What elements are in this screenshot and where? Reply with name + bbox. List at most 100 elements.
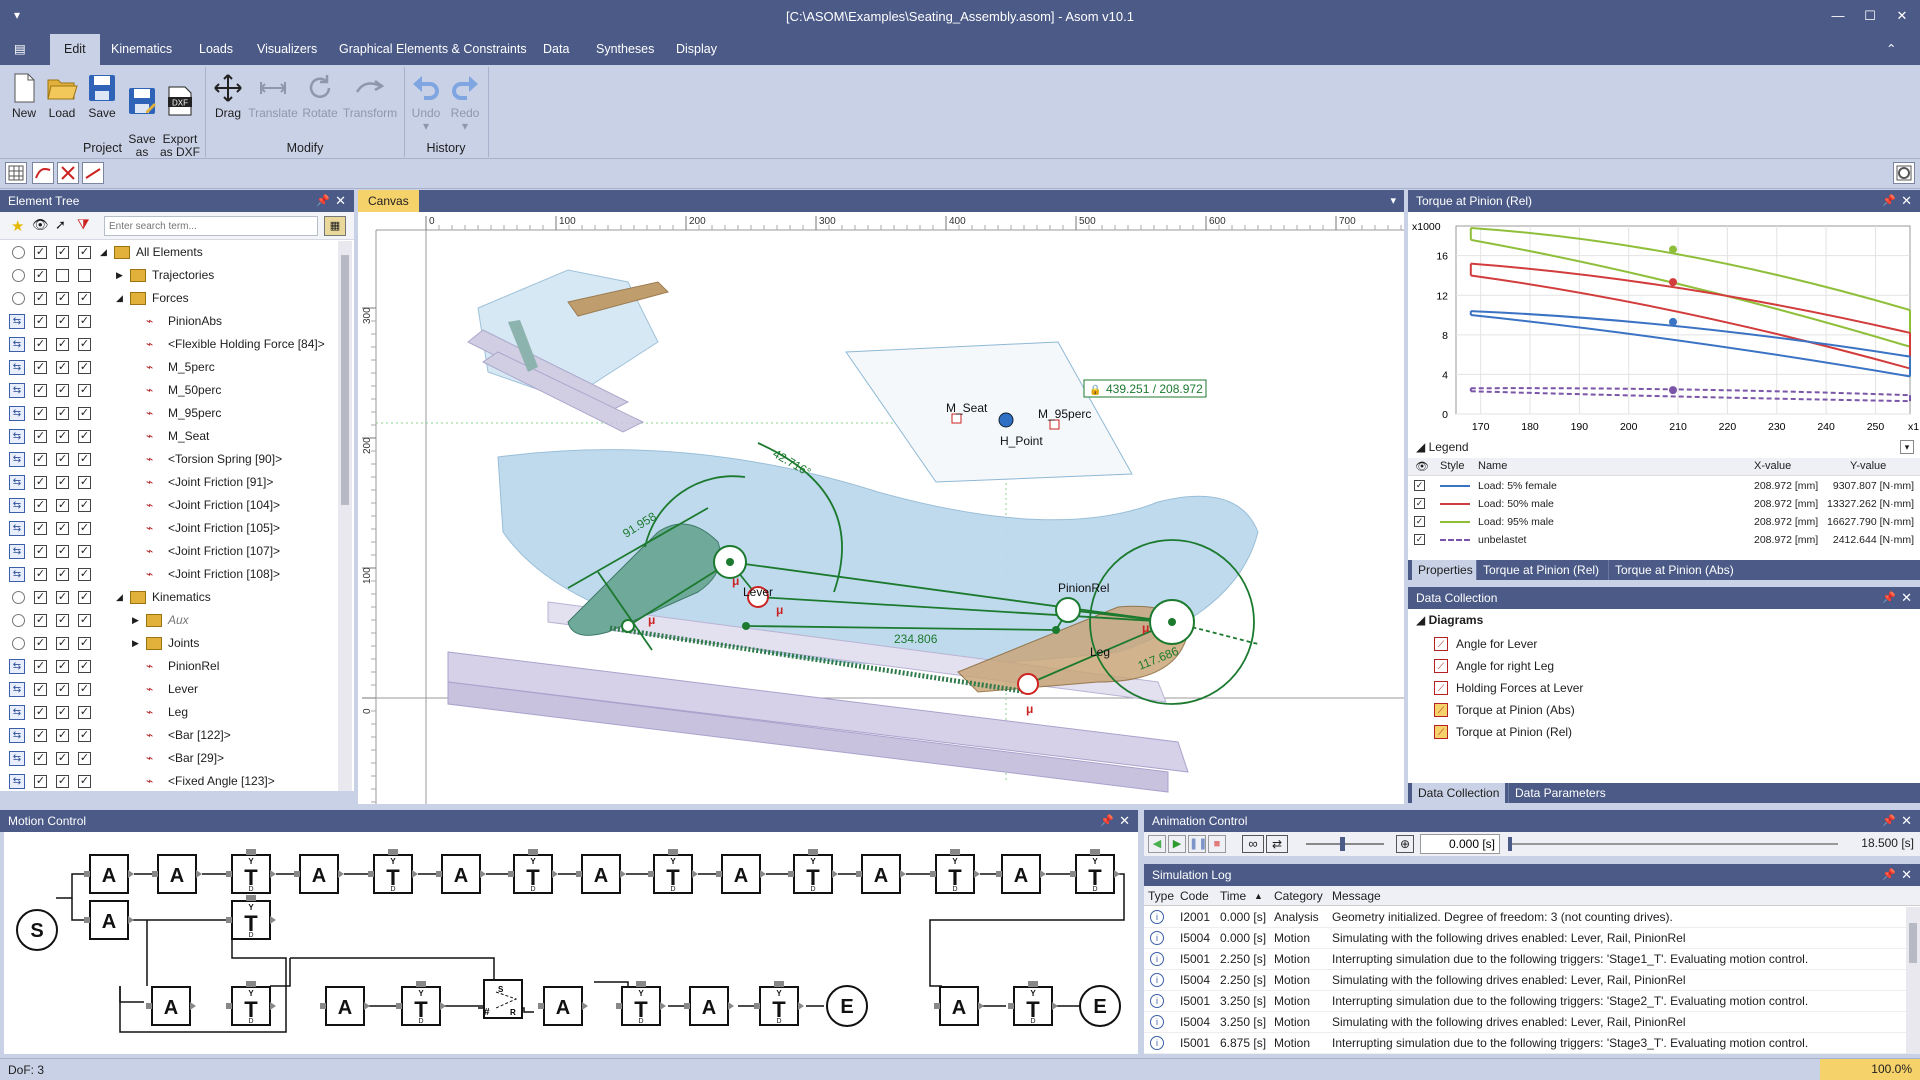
checkbox[interactable]: ✓ bbox=[56, 430, 69, 443]
visibility-eye-icon[interactable]: 👁 bbox=[32, 217, 49, 233]
action-block[interactable]: A bbox=[996, 854, 1046, 894]
close-panel-icon[interactable]: ✕ bbox=[1901, 864, 1912, 886]
diagrams-node[interactable]: ◢ Diagrams bbox=[1416, 613, 1483, 627]
checkbox[interactable]: ✓ bbox=[34, 361, 47, 374]
tab-torque-rel[interactable]: Torque at Pinion (Rel) bbox=[1476, 560, 1606, 580]
checkbox[interactable]: ✓ bbox=[34, 637, 47, 650]
action-block[interactable]: A bbox=[856, 854, 906, 894]
link-icon[interactable]: ⇆ bbox=[9, 314, 25, 329]
checkbox[interactable]: ✓ bbox=[34, 591, 47, 604]
expand-down-icon[interactable]: ◢ bbox=[100, 241, 107, 264]
close-panel-icon[interactable]: ✕ bbox=[1901, 587, 1912, 609]
checkbox[interactable]: ✓ bbox=[56, 499, 69, 512]
menu-data[interactable]: Data bbox=[529, 34, 583, 65]
link-icon[interactable]: ⇆ bbox=[9, 337, 25, 352]
transition-block[interactable]: TYD bbox=[226, 849, 276, 894]
checkbox[interactable]: ✓ bbox=[78, 637, 91, 650]
transition-block[interactable]: TYD bbox=[930, 849, 980, 894]
checkbox[interactable]: ✓ bbox=[56, 384, 69, 397]
checkbox[interactable]: ✓ bbox=[34, 384, 47, 397]
close-panel-icon[interactable]: ✕ bbox=[1901, 190, 1912, 212]
checkbox[interactable]: ✓ bbox=[56, 660, 69, 673]
pin-icon[interactable]: 📌 bbox=[316, 190, 330, 212]
link-icon[interactable]: ⇆ bbox=[9, 406, 25, 421]
tree-row[interactable]: ⇆ ✓ ✓ ✓ ⌁ <Joint Friction [108]> bbox=[0, 563, 335, 586]
zoom-status[interactable]: 100.0% bbox=[1820, 1059, 1920, 1080]
tab-properties[interactable]: Properties bbox=[1412, 560, 1479, 580]
drag-button[interactable]: Drag bbox=[206, 69, 250, 137]
link-icon[interactable]: ⇆ bbox=[9, 383, 25, 398]
checkbox[interactable]: ✓ bbox=[56, 637, 69, 650]
checkbox[interactable]: ✓ bbox=[78, 660, 91, 673]
menu-syntheses[interactable]: Syntheses bbox=[582, 34, 668, 65]
checkbox[interactable]: ✓ bbox=[34, 752, 47, 765]
link-icon[interactable]: ⇆ bbox=[9, 429, 25, 444]
link-icon[interactable]: ⇆ bbox=[9, 751, 25, 766]
link-icon[interactable]: ⇆ bbox=[9, 452, 25, 467]
checkbox[interactable]: ✓ bbox=[78, 568, 91, 581]
radio-icon[interactable] bbox=[12, 269, 25, 282]
checkbox[interactable]: ✓ bbox=[34, 269, 47, 282]
transition-block[interactable]: TYD bbox=[616, 981, 666, 1026]
transform-button[interactable]: Transform bbox=[342, 69, 398, 137]
link-icon[interactable]: ⇆ bbox=[9, 544, 25, 559]
collapse-ribbon-icon[interactable]: ⌃ bbox=[1880, 34, 1902, 65]
log-row[interactable]: i I2001 0.000 [s] Analysis Geometry initiali… bbox=[1144, 907, 1914, 928]
checkbox[interactable]: ✓ bbox=[34, 292, 47, 305]
tree-row[interactable]: ⇆ ✓ ✓ ✓ ⌁ PinionAbs bbox=[0, 310, 335, 333]
checkbox[interactable]: ✓ bbox=[56, 591, 69, 604]
action-block[interactable]: A bbox=[152, 854, 202, 894]
checkbox[interactable]: ✓ bbox=[56, 568, 69, 581]
action-block[interactable]: A bbox=[684, 986, 734, 1026]
action-block[interactable]: A bbox=[436, 854, 486, 894]
legend-visibility-checkbox[interactable]: ✓ bbox=[1414, 516, 1425, 527]
checkbox[interactable]: ✓ bbox=[78, 315, 91, 328]
checkbox[interactable]: ✓ bbox=[78, 338, 91, 351]
pin-icon[interactable]: 📌 bbox=[1882, 810, 1896, 832]
motion-control-diagram[interactable]: A A TYDA TYDA TYDA TYDA TYDA TYDA TYDA TYDA TYDA TY… bbox=[4, 832, 1138, 1054]
curve-tool-icon[interactable] bbox=[32, 162, 54, 184]
start-node[interactable]: S bbox=[16, 909, 58, 951]
tree-row[interactable]: ⇆ ✓ ✓ ✓ ⌁ <Flexible Holding Force [84]> bbox=[0, 333, 335, 356]
filter-funnel-icon[interactable]: ⧩ bbox=[77, 216, 90, 233]
transition-block[interactable]: TYD bbox=[1070, 849, 1120, 894]
tab-torque-abs[interactable]: Torque at Pinion (Abs) bbox=[1608, 560, 1740, 580]
checkbox[interactable]: ✓ bbox=[78, 522, 91, 535]
load-button[interactable]: Load bbox=[40, 69, 84, 137]
element-search-input[interactable] bbox=[104, 216, 318, 236]
checkbox[interactable]: ✓ bbox=[56, 453, 69, 466]
tree-row[interactable]: ⇆ ✓ ✓ ✓ ⌁ M_5perc bbox=[0, 356, 335, 379]
expand-right-icon[interactable]: ▶ bbox=[116, 264, 123, 287]
checkbox[interactable]: ✓ bbox=[34, 476, 47, 489]
tree-row[interactable]: ⇆ ✓ ✓ ✓ ⌁ <Joint Friction [107]> bbox=[0, 540, 335, 563]
tree-scroll-thumb[interactable] bbox=[341, 255, 349, 505]
checkbox[interactable]: ✓ bbox=[34, 683, 47, 696]
line-tool-icon[interactable] bbox=[82, 162, 104, 184]
checkbox[interactable]: ✓ bbox=[78, 614, 91, 627]
action-block[interactable]: A bbox=[576, 854, 626, 894]
tree-row[interactable]: ✓ ✓ ✓ ▶ Aux bbox=[0, 609, 335, 632]
transition-block[interactable]: TYD bbox=[788, 849, 838, 894]
tree-row[interactable]: ✓ ✓ ✓ ◢ All Elements bbox=[0, 241, 335, 264]
menu-graphical-elements[interactable]: Graphical Elements & Constraints bbox=[325, 34, 541, 65]
checkbox[interactable]: ✓ bbox=[56, 315, 69, 328]
checkbox[interactable]: ✓ bbox=[78, 683, 91, 696]
link-icon[interactable]: ⇆ bbox=[9, 728, 25, 743]
checkbox[interactable]: ✓ bbox=[78, 775, 91, 788]
rotate-button[interactable]: Rotate bbox=[298, 69, 342, 137]
checkbox[interactable]: ✓ bbox=[34, 315, 47, 328]
tree-row[interactable]: ✓ ✓ ✓ ▶ Joints bbox=[0, 632, 335, 655]
step-back-icon[interactable]: ◀ bbox=[1148, 835, 1166, 853]
pin-icon[interactable]: 📌 bbox=[1882, 190, 1896, 212]
transition-block[interactable]: TYD bbox=[396, 981, 446, 1026]
menu-loads[interactable]: Loads bbox=[185, 34, 247, 65]
checkbox[interactable]: ✓ bbox=[56, 246, 69, 259]
checkbox[interactable]: ✓ bbox=[34, 522, 47, 535]
transition-block[interactable]: TYD bbox=[1008, 981, 1058, 1026]
checkbox[interactable]: ✓ bbox=[34, 430, 47, 443]
action-block[interactable]: A bbox=[84, 900, 134, 940]
checkbox[interactable]: ✓ bbox=[78, 706, 91, 719]
legend-row[interactable]: ✓ unbelastet 208.972 [mm] 2412.644 [N·mm] bbox=[1408, 531, 1920, 549]
radio-icon[interactable] bbox=[12, 292, 25, 305]
tree-row[interactable]: ⇆ ✓ ✓ ✓ ⌁ Leg bbox=[0, 701, 335, 724]
